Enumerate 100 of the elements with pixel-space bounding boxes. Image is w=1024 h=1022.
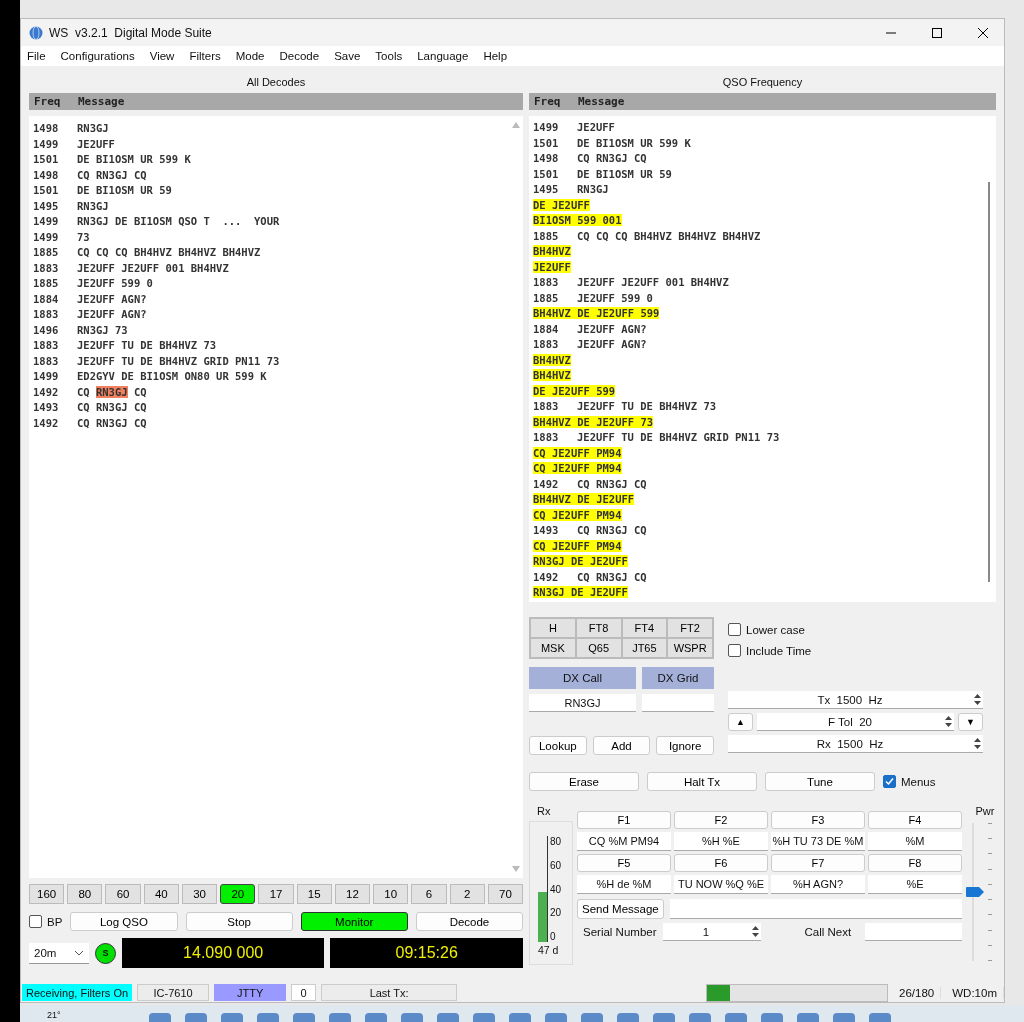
menu-item[interactable]: View xyxy=(149,50,182,62)
macro-field[interactable]: %H de %M xyxy=(577,875,671,894)
macro-field[interactable]: %M xyxy=(868,832,962,851)
spin-arrows-icon[interactable] xyxy=(974,694,981,705)
dx-grid-field[interactable] xyxy=(642,694,714,712)
power-slider-handle[interactable] xyxy=(966,887,984,897)
band-button[interactable]: 10 xyxy=(373,884,409,904)
band-button[interactable]: 80 xyxy=(67,884,103,904)
menu-item[interactable]: Save xyxy=(334,50,368,62)
menu-item[interactable]: Mode xyxy=(235,50,272,62)
taskbar-icon[interactable] xyxy=(760,1013,783,1022)
function-key-button[interactable]: F3 xyxy=(771,811,865,829)
spin-arrows-icon[interactable] xyxy=(945,716,952,727)
band-button[interactable]: 15 xyxy=(296,884,332,904)
band-button[interactable]: 12 xyxy=(334,884,371,904)
menu-item[interactable]: Filters xyxy=(189,50,228,62)
action-button[interactable]: Erase xyxy=(529,772,639,791)
mode-button[interactable]: JT65 xyxy=(621,638,668,658)
menu-item[interactable]: Tools xyxy=(375,50,410,62)
macro-field[interactable]: %E xyxy=(868,875,962,894)
close-icon[interactable] xyxy=(978,27,988,38)
band-button[interactable]: 160 xyxy=(29,884,65,904)
taskbar-icon[interactable] xyxy=(580,1013,603,1022)
function-key-button[interactable]: F1 xyxy=(577,811,671,829)
macro-field[interactable]: %H AGN? xyxy=(771,875,865,894)
spin-arrows-icon[interactable] xyxy=(974,738,981,749)
maximize-icon[interactable] xyxy=(932,27,942,38)
lookup-button[interactable]: Ignore xyxy=(656,736,714,755)
menu-item[interactable]: Language xyxy=(417,50,476,62)
taskbar-icon[interactable] xyxy=(328,1013,351,1022)
menu-item[interactable]: File xyxy=(27,50,53,62)
taskbar-icon[interactable] xyxy=(364,1013,387,1022)
spin-arrows-icon[interactable] xyxy=(751,926,759,937)
scrollbar-thumb[interactable] xyxy=(988,182,990,582)
taskbar-icon[interactable] xyxy=(688,1013,711,1022)
serial-number-spinner[interactable]: 1 xyxy=(662,923,761,941)
mode-button[interactable]: MSK xyxy=(530,638,576,658)
function-key-button[interactable]: F7 xyxy=(771,854,865,872)
taskbar-icon[interactable] xyxy=(724,1013,747,1022)
taskbar-icon[interactable] xyxy=(832,1013,855,1022)
taskbar-icon[interactable] xyxy=(652,1013,675,1022)
function-key-button[interactable]: F4 xyxy=(868,811,962,829)
up-button[interactable]: ▲ xyxy=(728,713,753,731)
lookup-button[interactable]: Add xyxy=(592,736,651,755)
dx-call-field[interactable]: RN3GJ xyxy=(529,694,636,712)
down-button[interactable]: ▼ xyxy=(958,713,983,731)
checkbox[interactable] xyxy=(29,915,42,928)
macro-field[interactable]: %H TU 73 DE %M xyxy=(771,832,865,851)
macro-field[interactable]: %H %E xyxy=(674,832,768,851)
taskbar-icon[interactable] xyxy=(508,1013,531,1022)
checkbox[interactable] xyxy=(883,775,896,788)
rx-frequency-spinner[interactable]: Rx 1500 Hz xyxy=(728,735,983,753)
checkbox[interactable] xyxy=(728,644,741,657)
mode-button[interactable]: FT8 xyxy=(575,618,622,638)
checkbox[interactable] xyxy=(728,623,741,636)
function-key-button[interactable]: F6 xyxy=(674,854,768,872)
control-button[interactable]: Decode xyxy=(415,912,524,931)
taskbar-icon[interactable] xyxy=(436,1013,459,1022)
call-next-field[interactable] xyxy=(865,923,962,941)
action-button[interactable]: Tune xyxy=(765,772,875,791)
taskbar-icon[interactable] xyxy=(292,1013,315,1022)
scroll-down-icon[interactable] xyxy=(512,866,520,872)
band-button[interactable]: 2 xyxy=(449,884,485,904)
band-button[interactable]: 20 xyxy=(220,884,256,904)
function-key-button[interactable]: F5 xyxy=(577,854,671,872)
mode-button[interactable]: H xyxy=(530,618,576,638)
taskbar-icon[interactable] xyxy=(220,1013,243,1022)
taskbar-icon[interactable] xyxy=(472,1013,495,1022)
action-button[interactable]: Halt Tx xyxy=(647,772,757,791)
taskbar-icon[interactable] xyxy=(184,1013,207,1022)
function-key-button[interactable]: F8 xyxy=(868,854,962,872)
send-message-button[interactable]: Send Message xyxy=(577,899,664,919)
taskbar-icon[interactable] xyxy=(616,1013,639,1022)
control-button[interactable]: Stop xyxy=(185,912,293,931)
control-button[interactable]: Log QSO xyxy=(70,912,178,931)
mode-button[interactable]: Q65 xyxy=(575,638,622,658)
tolerance-spinner[interactable]: F Tol 20 xyxy=(757,713,954,731)
macro-field[interactable]: TU NOW %Q %E xyxy=(674,875,768,894)
menu-item[interactable]: Help xyxy=(483,50,515,62)
function-key-button[interactable]: F2 xyxy=(674,811,768,829)
menu-item[interactable]: Decode xyxy=(279,50,327,62)
taskbar-icon[interactable] xyxy=(400,1013,423,1022)
band-button[interactable]: 6 xyxy=(411,884,447,904)
band-button[interactable]: 60 xyxy=(105,884,141,904)
lookup-button[interactable]: Lookup xyxy=(529,736,587,755)
mode-button[interactable]: WSPR xyxy=(667,638,713,658)
tx-frequency-spinner[interactable]: Tx 1500 Hz xyxy=(728,691,983,709)
menu-item[interactable]: Configurations xyxy=(60,50,142,62)
band-button[interactable]: 17 xyxy=(258,884,294,904)
band-button[interactable]: 40 xyxy=(143,884,179,904)
band-button[interactable]: 30 xyxy=(181,884,218,904)
taskbar-icon[interactable] xyxy=(256,1013,279,1022)
mode-button[interactable]: FT4 xyxy=(621,618,668,638)
taskbar-icon[interactable] xyxy=(868,1013,891,1022)
band-dropdown[interactable]: 20m xyxy=(29,942,89,964)
taskbar-icon[interactable] xyxy=(796,1013,819,1022)
message-field[interactable] xyxy=(669,899,962,919)
control-button[interactable]: Monitor xyxy=(300,912,408,931)
taskbar-icon[interactable] xyxy=(148,1013,171,1022)
macro-field[interactable]: CQ %M PM94 xyxy=(577,832,671,851)
